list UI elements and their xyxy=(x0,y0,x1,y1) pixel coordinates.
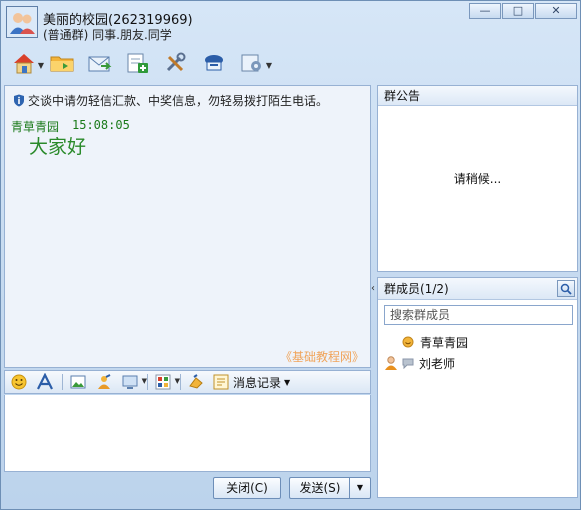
person-edit-icon xyxy=(98,374,111,389)
tools-button[interactable] xyxy=(157,48,195,78)
shake-button[interactable] xyxy=(185,372,207,392)
main-toolbar: ▼ ▼ xyxy=(5,47,272,79)
chevron-down-icon[interactable]: ▼ xyxy=(142,377,147,385)
mail-icon xyxy=(88,56,112,72)
message-area[interactable]: 交谈中请勿轻信汇款、中奖信息，勿轻易拨打陌生电话。 青草青园 15:08:05 … xyxy=(4,85,371,368)
announcement-panel: 群公告 请稍候... xyxy=(377,85,578,272)
home-icon xyxy=(14,54,34,74)
tools-icon xyxy=(166,52,186,72)
collapse-panel-icon[interactable]: ‹ xyxy=(371,283,375,294)
add-icon xyxy=(127,53,148,73)
window-controls: — □ ✕ xyxy=(468,3,577,19)
folder-button[interactable] xyxy=(43,48,81,78)
toolbar-divider xyxy=(180,374,181,390)
maximize-icon: □ xyxy=(512,4,524,17)
shake-icon xyxy=(189,374,203,389)
notice-text: 交谈中请勿轻信汇款、中奖信息，勿轻易拨打陌生电话。 xyxy=(28,94,329,108)
chat-icon xyxy=(205,55,223,71)
member-item[interactable]: 青草青园 xyxy=(378,332,468,352)
close-icon: ✕ xyxy=(551,4,561,17)
chevron-down-icon[interactable]: ▼ xyxy=(175,377,180,385)
member-search-button[interactable] xyxy=(557,280,575,297)
font-icon xyxy=(37,373,53,390)
emoji-button[interactable] xyxy=(8,372,30,392)
shield-info-icon xyxy=(14,94,24,107)
admin-user-icon xyxy=(385,356,397,370)
message-bubble-icon xyxy=(402,358,414,369)
watermark: 《基础教程网》 xyxy=(279,350,364,364)
smiley-icon xyxy=(11,374,27,390)
member-search-input[interactable]: 搜索群成员 xyxy=(384,305,573,325)
send-options-button[interactable]: ▼ xyxy=(349,477,371,499)
members-header: 群成员(1/2) xyxy=(378,278,577,300)
chat-button[interactable] xyxy=(195,48,233,78)
person-edit-button[interactable] xyxy=(93,372,115,392)
mail-button[interactable] xyxy=(81,48,119,78)
message-text: 大家好 xyxy=(29,136,87,158)
online-status-icon xyxy=(402,336,414,348)
members-title: 群成员(1/2) xyxy=(384,282,449,296)
add-button[interactable] xyxy=(119,48,157,78)
member-item[interactable]: 刘老师 xyxy=(378,353,455,373)
settings-button[interactable]: ▼ xyxy=(233,48,272,78)
image-icon xyxy=(70,375,86,389)
search-icon xyxy=(560,283,572,295)
screenshot-icon xyxy=(122,375,138,389)
member-name: 青草青园 xyxy=(420,335,469,350)
image-button[interactable] xyxy=(67,372,89,392)
minimize-button[interactable]: — xyxy=(469,3,501,19)
toolbar-divider xyxy=(62,374,63,390)
security-notice: 交谈中请勿轻信汇款、中奖信息，勿轻易拨打陌生电话。 xyxy=(13,92,328,109)
member-name: 刘老师 xyxy=(419,356,456,371)
group-type: (普通群) 同事.朋友.同学 xyxy=(43,28,172,42)
message-log-icon xyxy=(213,374,229,390)
settings-icon xyxy=(241,54,261,72)
announcement-title: 群公告 xyxy=(378,86,577,106)
toolbar-divider xyxy=(147,374,148,390)
message-time: 15:08:05 xyxy=(72,118,130,132)
message-input[interactable] xyxy=(4,395,371,472)
chevron-down-icon[interactable]: ▼ xyxy=(266,61,272,70)
chevron-down-icon: ▼ xyxy=(356,483,364,492)
group-avatar[interactable] xyxy=(6,6,38,38)
folder-icon xyxy=(50,56,74,72)
message-log-label: 消息记录 xyxy=(233,375,282,390)
send-button[interactable]: 发送(S) xyxy=(289,477,350,499)
home-button[interactable]: ▼ xyxy=(5,48,44,78)
font-button[interactable] xyxy=(34,372,56,392)
close-window-button[interactable]: ✕ xyxy=(535,3,577,19)
chevron-down-icon: ▼ xyxy=(284,377,291,387)
chat-window: 美丽的校园(262319969) (普通群) 同事.朋友.同学 — □ ✕ ▼ xyxy=(0,0,581,510)
grid-icon xyxy=(155,374,171,390)
grid-button[interactable]: ▼ xyxy=(152,372,180,392)
message-log-button[interactable]: 消息记录 ▼ xyxy=(213,374,290,391)
announcement-loading: 请稍候... xyxy=(453,172,502,186)
maximize-button[interactable]: □ xyxy=(502,3,534,19)
input-toolbar: ▼ ▼ 消息记录 ▼ xyxy=(4,370,371,394)
screenshot-button[interactable]: ▼ xyxy=(119,372,147,392)
members-panel: 群成员(1/2) 搜索群成员 青草青园 刘老师 xyxy=(377,277,578,498)
close-button[interactable]: 关闭(C) xyxy=(213,477,281,499)
minimize-icon: — xyxy=(479,4,491,17)
